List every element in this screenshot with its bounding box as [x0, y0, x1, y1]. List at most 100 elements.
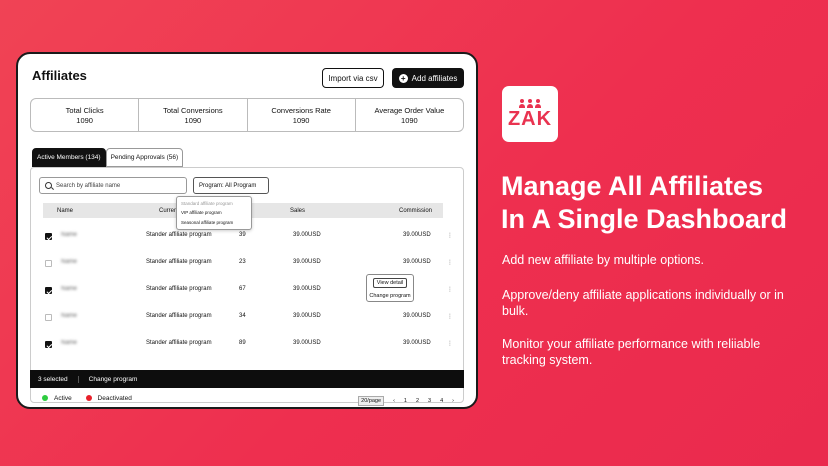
headline-line-1: Manage All Affiliates [501, 171, 764, 201]
table-footer: Active Deactivated 20/page ‹ 1 2 3 4 › [30, 395, 464, 407]
bulk-change-program-button[interactable]: Change program [79, 376, 138, 383]
program-dropdown: Standard affiliate program VIP affiliate… [176, 196, 252, 230]
program-option[interactable]: VIP affiliate program [181, 210, 247, 215]
row-sales: 39.00USD [293, 232, 321, 238]
headline-line-2: In A Single Dashboard [501, 204, 788, 234]
row-commission: 39.00USD [403, 232, 431, 238]
prev-page-icon[interactable]: ‹ [393, 398, 395, 404]
legend-deactivated: Deactivated [85, 395, 132, 402]
table-row: Name Stander affiliate program 34 39.00U… [43, 305, 453, 331]
table-row: Name Stander affiliate program 89 39.00U… [43, 332, 453, 358]
row-checkbox[interactable] [45, 260, 52, 267]
selected-count: 3 selected [30, 375, 79, 383]
more-icon[interactable]: ⋮ [447, 286, 453, 293]
deactivated-dot-icon [85, 395, 92, 402]
row-sales: 39.00USD [293, 259, 321, 265]
row-checkbox[interactable] [45, 287, 52, 294]
row-sales: 39.00USD [293, 286, 321, 292]
header-sales: Sales [290, 207, 306, 214]
program-option[interactable]: Standard affiliate program [181, 201, 247, 206]
search-placeholder: Search by affiliate name [56, 182, 121, 189]
row-commission: 39.00USD [403, 313, 431, 319]
search-input[interactable]: Search by affiliate name [39, 177, 187, 194]
app-window: Affiliates Import via csv + Add affiliat… [16, 52, 478, 409]
zak-logo: ZAK [502, 86, 558, 142]
people-icon [519, 99, 541, 108]
member-tabs: Active Members (134) Pending Approvals (… [32, 148, 184, 167]
search-icon [45, 182, 52, 189]
page-4[interactable]: 4 [440, 398, 443, 404]
header-commission: Commission [399, 207, 433, 214]
stat-label: Conversions Rate [271, 105, 331, 115]
page-title: Affiliates [32, 68, 87, 83]
stat-label: Total Clicks [65, 105, 104, 115]
row-name: Name [61, 340, 78, 346]
stat-label: Average Order Value [374, 105, 445, 115]
stat-average-order-value: Average Order Value 1090 [356, 99, 463, 131]
import-csv-button[interactable]: Import via csv [322, 68, 384, 88]
row-qty: 23 [239, 259, 246, 265]
stat-conversions-rate: Conversions Rate 1090 [248, 99, 356, 131]
row-sales: 39.00USD [293, 313, 321, 319]
more-icon[interactable]: ⋮ [447, 313, 453, 320]
row-qty: 34 [239, 313, 246, 319]
row-context-menu: View detail Change program [366, 274, 414, 302]
change-program-option[interactable]: Change program [369, 293, 410, 299]
stats-bar: Total Clicks 1090 Total Conversions 1090… [30, 98, 464, 132]
stat-value: 1090 [401, 115, 418, 125]
add-affiliates-label: Add affiliates [411, 73, 458, 83]
active-dot-icon [42, 395, 48, 402]
more-icon[interactable]: ⋮ [447, 259, 453, 266]
page-2[interactable]: 2 [416, 398, 419, 404]
row-program: Stander affiliate program [146, 313, 212, 319]
feature-bullet: Approve/deny affiliate applications indi… [502, 288, 784, 318]
stat-label: Total Conversions [163, 105, 223, 115]
more-icon[interactable]: ⋮ [447, 340, 453, 347]
stat-value: 1090 [184, 115, 202, 125]
row-program: Stander affiliate program [146, 232, 212, 238]
page-1[interactable]: 1 [404, 398, 407, 404]
feature-bullet: Monitor your affiliate performance with … [502, 337, 761, 367]
app-content: Affiliates Import via csv + Add affiliat… [30, 62, 464, 406]
marketing-headline: Manage All Affiliates In A Single Dashbo… [501, 170, 821, 236]
row-program: Stander affiliate program [146, 340, 212, 346]
stat-total-conversions: Total Conversions 1090 [139, 99, 248, 131]
row-checkbox[interactable] [45, 314, 52, 321]
header-name: Name [57, 207, 74, 214]
row-qty: 89 [239, 340, 246, 346]
row-name: Name [61, 232, 78, 238]
stat-value: 1090 [76, 115, 93, 125]
program-option[interactable]: Seasonal affiliate program [181, 220, 247, 225]
tab-active-members[interactable]: Active Members (134) [32, 148, 106, 167]
row-checkbox[interactable] [45, 233, 52, 240]
row-name: Name [61, 313, 78, 319]
legend-deactivated-label: Deactivated [97, 395, 132, 402]
more-icon[interactable]: ⋮ [447, 232, 453, 239]
program-filter-select[interactable]: Program: All Program [193, 177, 269, 194]
tab-pending-approvals[interactable]: Pending Approvals (56) [105, 148, 184, 167]
legend-active: Active [42, 395, 74, 402]
row-qty: 67 [239, 286, 246, 292]
row-program: Stander affiliate program [146, 259, 212, 265]
row-commission: 39.00USD [403, 340, 431, 346]
stat-total-clicks: Total Clicks 1090 [31, 99, 140, 131]
per-page-select[interactable]: 20/page [358, 396, 385, 406]
plus-icon: + [398, 73, 408, 83]
page-3[interactable]: 3 [428, 398, 431, 404]
row-qty: 39 [239, 232, 246, 238]
bulk-action-bar: 3 selected Change program [30, 370, 464, 388]
next-page-icon[interactable]: › [452, 398, 454, 404]
row-program: Stander affiliate program [146, 286, 212, 292]
row-name: Name [61, 259, 78, 265]
row-checkbox[interactable] [45, 341, 52, 348]
stat-value: 1090 [292, 115, 310, 125]
row-sales: 39.00USD [293, 340, 321, 346]
view-detail-button[interactable]: View detail [372, 277, 408, 288]
add-affiliates-button[interactable]: + Add affiliates [392, 68, 464, 88]
pagination: 20/page ‹ 1 2 3 4 › [358, 396, 454, 406]
row-commission: 39.00USD [403, 259, 431, 265]
feature-bullet: Add new affiliate by multiple options. [502, 253, 704, 267]
logo-wordmark: ZAK [507, 108, 553, 130]
legend-active-label: Active [54, 395, 72, 402]
row-name: Name [61, 286, 78, 292]
